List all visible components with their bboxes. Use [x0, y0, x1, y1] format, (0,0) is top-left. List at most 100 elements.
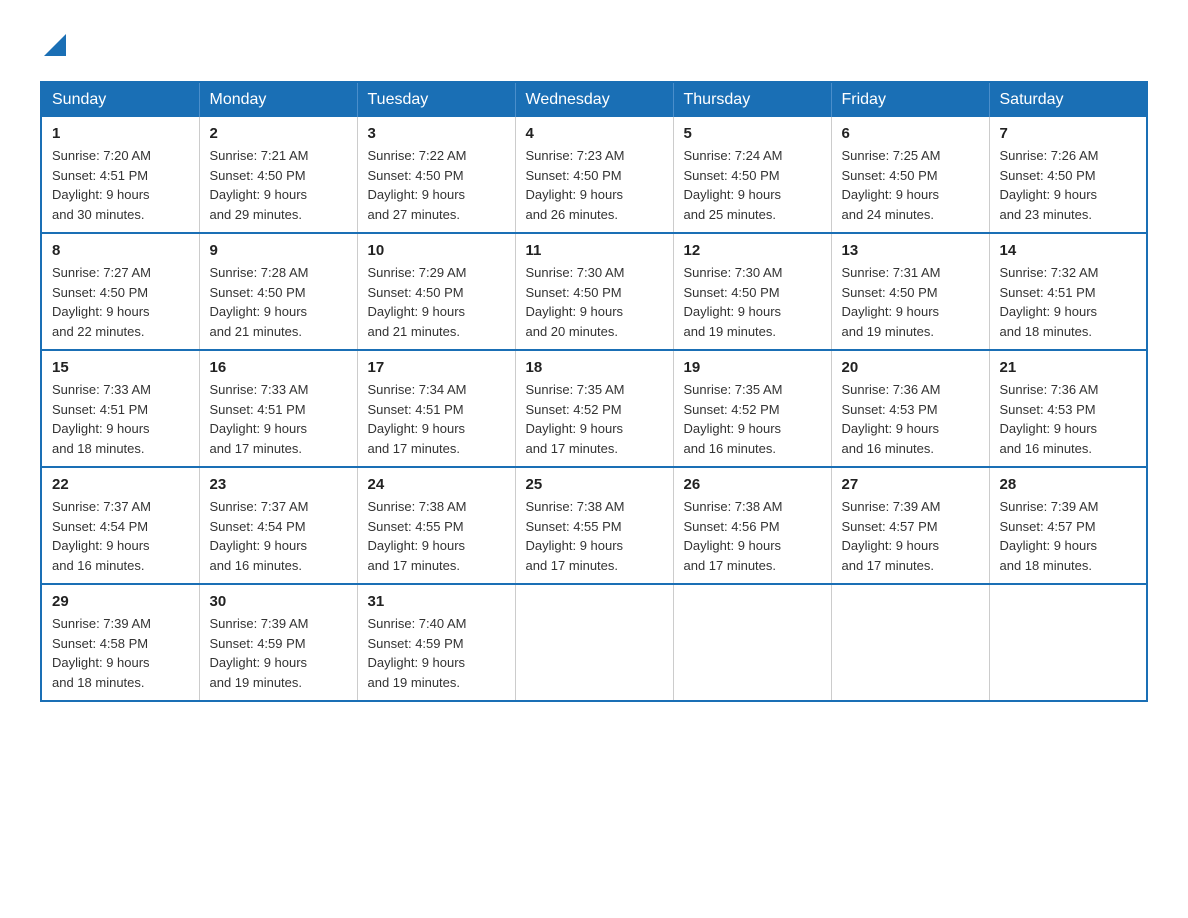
calendar-day-cell: 16 Sunrise: 7:33 AM Sunset: 4:51 PM Dayl…	[199, 350, 357, 467]
calendar-day-cell	[989, 584, 1147, 701]
calendar-day-cell: 2 Sunrise: 7:21 AM Sunset: 4:50 PM Dayli…	[199, 117, 357, 233]
day-number: 4	[526, 125, 663, 142]
day-info: Sunrise: 7:21 AM Sunset: 4:50 PM Dayligh…	[210, 148, 309, 222]
calendar-day-cell: 7 Sunrise: 7:26 AM Sunset: 4:50 PM Dayli…	[989, 117, 1147, 233]
calendar-day-cell	[831, 584, 989, 701]
day-number: 16	[210, 359, 347, 376]
day-of-week-header: Wednesday	[515, 82, 673, 117]
day-number: 18	[526, 359, 663, 376]
day-number: 11	[526, 242, 663, 259]
day-number: 19	[684, 359, 821, 376]
day-number: 7	[1000, 125, 1137, 142]
calendar-week-row: 1 Sunrise: 7:20 AM Sunset: 4:51 PM Dayli…	[41, 117, 1147, 233]
day-info: Sunrise: 7:22 AM Sunset: 4:50 PM Dayligh…	[368, 148, 467, 222]
day-number: 25	[526, 476, 663, 493]
day-number: 3	[368, 125, 505, 142]
day-number: 27	[842, 476, 979, 493]
calendar-day-cell: 9 Sunrise: 7:28 AM Sunset: 4:50 PM Dayli…	[199, 233, 357, 350]
calendar-day-cell: 11 Sunrise: 7:30 AM Sunset: 4:50 PM Dayl…	[515, 233, 673, 350]
day-number: 2	[210, 125, 347, 142]
day-number: 12	[684, 242, 821, 259]
calendar-day-cell: 24 Sunrise: 7:38 AM Sunset: 4:55 PM Dayl…	[357, 467, 515, 584]
day-info: Sunrise: 7:20 AM Sunset: 4:51 PM Dayligh…	[52, 148, 151, 222]
day-info: Sunrise: 7:28 AM Sunset: 4:50 PM Dayligh…	[210, 265, 309, 339]
day-info: Sunrise: 7:39 AM Sunset: 4:57 PM Dayligh…	[842, 499, 941, 573]
day-number: 20	[842, 359, 979, 376]
calendar-day-cell: 26 Sunrise: 7:38 AM Sunset: 4:56 PM Dayl…	[673, 467, 831, 584]
day-of-week-header: Monday	[199, 82, 357, 117]
calendar-day-cell: 10 Sunrise: 7:29 AM Sunset: 4:50 PM Dayl…	[357, 233, 515, 350]
calendar-day-cell: 6 Sunrise: 7:25 AM Sunset: 4:50 PM Dayli…	[831, 117, 989, 233]
day-info: Sunrise: 7:29 AM Sunset: 4:50 PM Dayligh…	[368, 265, 467, 339]
day-info: Sunrise: 7:24 AM Sunset: 4:50 PM Dayligh…	[684, 148, 783, 222]
day-number: 10	[368, 242, 505, 259]
calendar-day-cell: 25 Sunrise: 7:38 AM Sunset: 4:55 PM Dayl…	[515, 467, 673, 584]
calendar-day-cell: 19 Sunrise: 7:35 AM Sunset: 4:52 PM Dayl…	[673, 350, 831, 467]
calendar-day-cell: 4 Sunrise: 7:23 AM Sunset: 4:50 PM Dayli…	[515, 117, 673, 233]
day-info: Sunrise: 7:39 AM Sunset: 4:59 PM Dayligh…	[210, 616, 309, 690]
day-info: Sunrise: 7:40 AM Sunset: 4:59 PM Dayligh…	[368, 616, 467, 690]
day-info: Sunrise: 7:35 AM Sunset: 4:52 PM Dayligh…	[684, 382, 783, 456]
calendar-day-cell	[515, 584, 673, 701]
day-number: 30	[210, 593, 347, 610]
calendar-day-cell: 17 Sunrise: 7:34 AM Sunset: 4:51 PM Dayl…	[357, 350, 515, 467]
day-of-week-header: Thursday	[673, 82, 831, 117]
day-info: Sunrise: 7:37 AM Sunset: 4:54 PM Dayligh…	[210, 499, 309, 573]
calendar-day-cell: 31 Sunrise: 7:40 AM Sunset: 4:59 PM Dayl…	[357, 584, 515, 701]
calendar-day-cell: 27 Sunrise: 7:39 AM Sunset: 4:57 PM Dayl…	[831, 467, 989, 584]
calendar-day-cell: 20 Sunrise: 7:36 AM Sunset: 4:53 PM Dayl…	[831, 350, 989, 467]
day-info: Sunrise: 7:33 AM Sunset: 4:51 PM Dayligh…	[210, 382, 309, 456]
day-number: 8	[52, 242, 189, 259]
day-number: 28	[1000, 476, 1137, 493]
logo	[40, 30, 66, 61]
calendar-day-cell: 22 Sunrise: 7:37 AM Sunset: 4:54 PM Dayl…	[41, 467, 199, 584]
calendar-day-cell: 1 Sunrise: 7:20 AM Sunset: 4:51 PM Dayli…	[41, 117, 199, 233]
calendar-week-row: 8 Sunrise: 7:27 AM Sunset: 4:50 PM Dayli…	[41, 233, 1147, 350]
calendar-header-row: SundayMondayTuesdayWednesdayThursdayFrid…	[41, 82, 1147, 117]
day-number: 9	[210, 242, 347, 259]
day-info: Sunrise: 7:30 AM Sunset: 4:50 PM Dayligh…	[526, 265, 625, 339]
day-info: Sunrise: 7:31 AM Sunset: 4:50 PM Dayligh…	[842, 265, 941, 339]
calendar-day-cell: 14 Sunrise: 7:32 AM Sunset: 4:51 PM Dayl…	[989, 233, 1147, 350]
logo-triangle-icon	[44, 34, 66, 56]
day-number: 17	[368, 359, 505, 376]
day-info: Sunrise: 7:33 AM Sunset: 4:51 PM Dayligh…	[52, 382, 151, 456]
calendar-table: SundayMondayTuesdayWednesdayThursdayFrid…	[40, 81, 1148, 702]
day-of-week-header: Friday	[831, 82, 989, 117]
day-number: 5	[684, 125, 821, 142]
day-number: 29	[52, 593, 189, 610]
day-info: Sunrise: 7:27 AM Sunset: 4:50 PM Dayligh…	[52, 265, 151, 339]
day-of-week-header: Sunday	[41, 82, 199, 117]
day-number: 1	[52, 125, 189, 142]
calendar-day-cell: 30 Sunrise: 7:39 AM Sunset: 4:59 PM Dayl…	[199, 584, 357, 701]
day-info: Sunrise: 7:34 AM Sunset: 4:51 PM Dayligh…	[368, 382, 467, 456]
day-of-week-header: Tuesday	[357, 82, 515, 117]
day-info: Sunrise: 7:23 AM Sunset: 4:50 PM Dayligh…	[526, 148, 625, 222]
day-info: Sunrise: 7:36 AM Sunset: 4:53 PM Dayligh…	[1000, 382, 1099, 456]
calendar-day-cell: 21 Sunrise: 7:36 AM Sunset: 4:53 PM Dayl…	[989, 350, 1147, 467]
day-info: Sunrise: 7:30 AM Sunset: 4:50 PM Dayligh…	[684, 265, 783, 339]
day-info: Sunrise: 7:32 AM Sunset: 4:51 PM Dayligh…	[1000, 265, 1099, 339]
day-number: 21	[1000, 359, 1137, 376]
calendar-day-cell: 29 Sunrise: 7:39 AM Sunset: 4:58 PM Dayl…	[41, 584, 199, 701]
day-number: 13	[842, 242, 979, 259]
day-info: Sunrise: 7:35 AM Sunset: 4:52 PM Dayligh…	[526, 382, 625, 456]
day-info: Sunrise: 7:38 AM Sunset: 4:56 PM Dayligh…	[684, 499, 783, 573]
calendar-day-cell: 28 Sunrise: 7:39 AM Sunset: 4:57 PM Dayl…	[989, 467, 1147, 584]
calendar-day-cell: 8 Sunrise: 7:27 AM Sunset: 4:50 PM Dayli…	[41, 233, 199, 350]
day-number: 6	[842, 125, 979, 142]
day-info: Sunrise: 7:38 AM Sunset: 4:55 PM Dayligh…	[526, 499, 625, 573]
day-number: 31	[368, 593, 505, 610]
calendar-day-cell: 13 Sunrise: 7:31 AM Sunset: 4:50 PM Dayl…	[831, 233, 989, 350]
day-info: Sunrise: 7:39 AM Sunset: 4:58 PM Dayligh…	[52, 616, 151, 690]
day-number: 22	[52, 476, 189, 493]
calendar-day-cell: 3 Sunrise: 7:22 AM Sunset: 4:50 PM Dayli…	[357, 117, 515, 233]
day-info: Sunrise: 7:37 AM Sunset: 4:54 PM Dayligh…	[52, 499, 151, 573]
day-number: 15	[52, 359, 189, 376]
calendar-week-row: 15 Sunrise: 7:33 AM Sunset: 4:51 PM Dayl…	[41, 350, 1147, 467]
day-info: Sunrise: 7:25 AM Sunset: 4:50 PM Dayligh…	[842, 148, 941, 222]
day-info: Sunrise: 7:38 AM Sunset: 4:55 PM Dayligh…	[368, 499, 467, 573]
day-info: Sunrise: 7:26 AM Sunset: 4:50 PM Dayligh…	[1000, 148, 1099, 222]
calendar-day-cell: 23 Sunrise: 7:37 AM Sunset: 4:54 PM Dayl…	[199, 467, 357, 584]
calendar-day-cell: 5 Sunrise: 7:24 AM Sunset: 4:50 PM Dayli…	[673, 117, 831, 233]
